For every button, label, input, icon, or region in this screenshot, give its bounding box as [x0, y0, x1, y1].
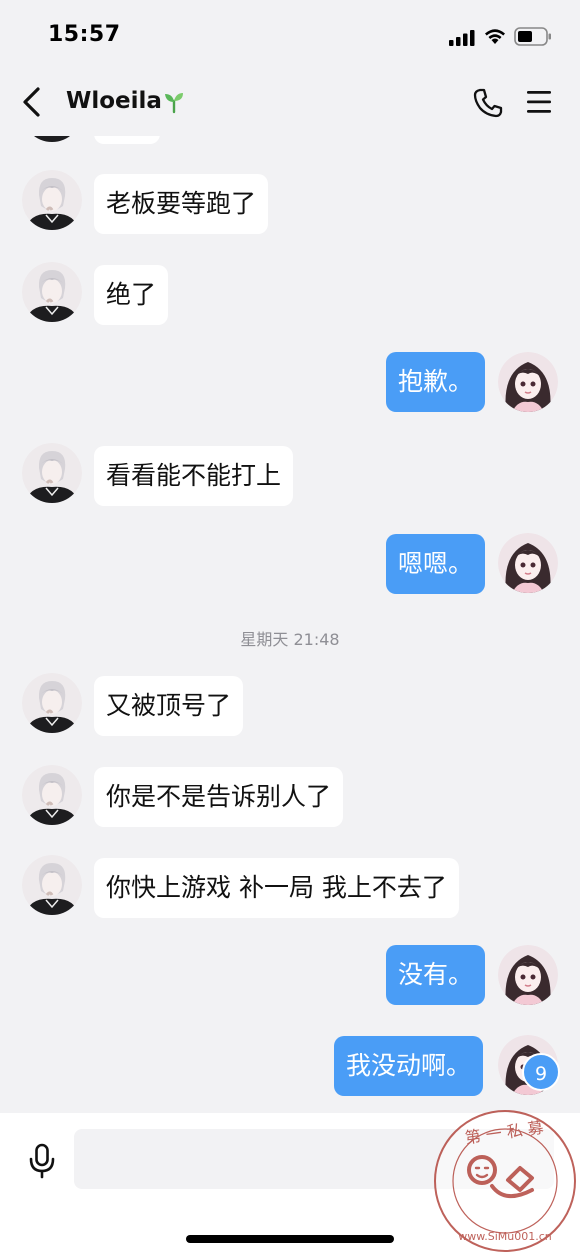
message-bubble-outgoing[interactable]: 没有。 [386, 945, 486, 1005]
message-list[interactable]: 老板要等跑了 绝了 抱歉。 看看能不能打上 嗯嗯。 星期天 21:48 又被顶号… [0, 0, 580, 1115]
message-timestamp: 星期天 21:48 [240, 630, 340, 649]
back-chevron-icon[interactable] [18, 86, 46, 118]
watermark-bottom-text: www.SiMu001.cn [458, 1230, 552, 1243]
contact-avatar[interactable] [22, 673, 82, 733]
contact-avatar[interactable] [22, 170, 82, 230]
battery-icon [514, 27, 551, 46]
message-bubble[interactable]: 又被顶号了 [94, 676, 244, 736]
my-avatar[interactable] [498, 945, 558, 1005]
menu-icon[interactable] [525, 89, 553, 115]
contact-avatar[interactable] [22, 765, 82, 825]
contact-avatar[interactable] [22, 262, 82, 322]
message-bubble[interactable]: 你快上游戏 补一局 我上不去了 [94, 858, 459, 918]
contact-name[interactable]: Wloeila [66, 88, 162, 114]
contact-avatar[interactable] [22, 443, 82, 503]
message-bubble-outgoing[interactable]: 抱歉。 [386, 352, 486, 412]
my-avatar[interactable] [498, 352, 558, 412]
phone-call-icon[interactable] [472, 87, 504, 119]
wifi-icon [485, 29, 505, 44]
sprout-icon [165, 93, 183, 114]
message-bubble-outgoing[interactable]: 嗯嗯。 [386, 534, 486, 594]
chat-screen: 老板要等跑了 绝了 抱歉。 看看能不能打上 嗯嗯。 星期天 21:48 又被顶号… [0, 0, 580, 1255]
message-bubble[interactable]: 你是不是告诉别人了 [94, 767, 344, 827]
cellular-signal-icon [449, 30, 475, 46]
home-indicator[interactable] [186, 1235, 394, 1243]
my-avatar[interactable] [498, 533, 558, 593]
watermark-stamp: 第 一 私 募 www.SiMu001.cn [434, 1110, 576, 1252]
chat-header: Wloeila [0, 70, 580, 136]
contact-avatar[interactable] [22, 855, 82, 915]
message-bubble[interactable]: 绝了 [94, 265, 169, 325]
unread-count-badge[interactable]: 9 [522, 1053, 560, 1091]
message-bubble[interactable]: 老板要等跑了 [94, 174, 269, 234]
status-time: 15:57 [48, 22, 121, 47]
microphone-icon[interactable] [28, 1143, 56, 1179]
message-bubble-outgoing[interactable]: 我没动啊。 [334, 1036, 484, 1096]
status-bar: 15:57 [0, 0, 580, 70]
message-bubble[interactable]: 看看能不能打上 [94, 446, 294, 506]
